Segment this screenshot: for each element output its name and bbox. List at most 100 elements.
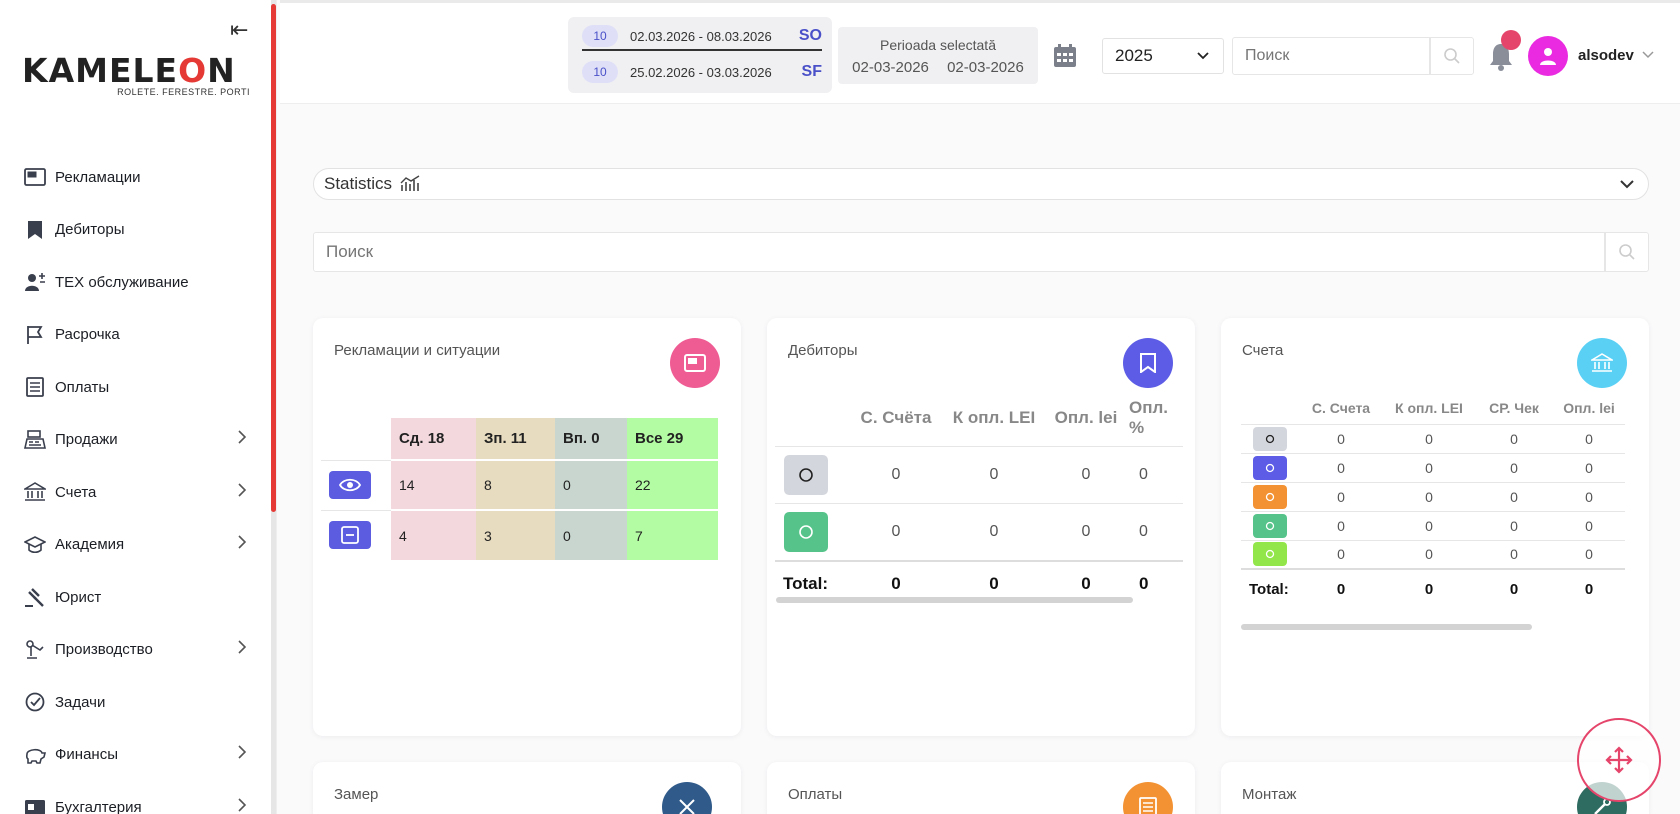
main-search-button[interactable] [1605,232,1649,272]
minus-square-icon[interactable] [329,521,371,550]
status-button[interactable] [1253,455,1287,480]
status-button[interactable] [1253,426,1287,451]
sidebar-item-label: Финансы [55,746,118,764]
cell[interactable]: 7 [627,509,718,560]
selected-to: 02-03-2026 [947,59,1024,76]
cell[interactable]: 0 [945,503,1043,561]
cell[interactable]: 4 [391,509,476,560]
status-icon [1265,463,1275,472]
horizontal-scrollbar[interactable] [1241,624,1532,630]
cell[interactable]: 0 [1299,423,1383,453]
cell[interactable]: 0 [1299,539,1383,569]
chevron-down-icon[interactable] [1642,47,1654,62]
cell[interactable]: 0 [1475,481,1553,511]
cell[interactable]: 0 [1043,446,1129,504]
cell[interactable]: 0 [1129,503,1183,561]
logo[interactable]: KAMELEON ROLETE. FERESTRE. PORTI [22,54,254,97]
cell[interactable]: 0 [1299,481,1383,511]
cell[interactable]: 0 [1383,423,1475,453]
sidebar-item-label: Расрочка [55,326,120,344]
sidebar-item-4[interactable]: Оплаты [0,361,270,414]
cell[interactable]: 0 [1383,481,1475,511]
cell[interactable]: 0 [847,503,945,561]
cell[interactable]: 0 [1383,452,1475,482]
sidebar-item-8[interactable]: Юрист [0,571,270,624]
period-row-sf[interactable]: 10 25.02.2026 - 03.03.2026 SF [582,58,822,86]
cell[interactable]: 0 [1475,539,1553,569]
cell[interactable]: 0 [1383,510,1475,540]
status-button[interactable] [784,511,828,552]
username[interactable]: alsodev [1578,47,1634,64]
cell[interactable]: 22 [627,459,718,510]
card-title: Счета [1242,342,1284,359]
status-button[interactable] [1253,484,1287,509]
move-widgets-button[interactable] [1577,718,1661,802]
cell[interactable]: 8 [476,459,555,510]
sidebar-scrollbar-thumb[interactable] [271,4,276,512]
card-title: Рекламации и ситуации [334,342,501,359]
header-search-input[interactable] [1232,37,1430,75]
cell[interactable]: 0 [1299,452,1383,482]
header-search-button[interactable] [1430,37,1474,75]
sidebar-item-2[interactable]: ТЕХ обслуживание [0,256,270,309]
sidebar-item-9[interactable]: Производство [0,624,270,677]
cell[interactable]: 0 [555,459,627,510]
sidebar-item-11[interactable]: Финансы [0,729,270,782]
table-row: 0000 [1241,510,1625,540]
cell[interactable]: 0 [1553,452,1625,482]
cell[interactable]: 3 [476,509,555,560]
status-icon [1265,550,1275,559]
eye-icon[interactable] [329,471,371,499]
collapse-sidebar-icon[interactable]: ⇤ [230,19,258,41]
cell[interactable]: 0 [1553,539,1625,569]
cell[interactable]: 0 [1475,510,1553,540]
status-icon [1265,521,1275,530]
selected-from: 02-03-2026 [852,59,929,76]
sidebar-item-12[interactable]: Бухгалтерия [0,781,270,814]
logo-word-suffix: N [207,51,236,90]
cell[interactable]: 0 [1475,452,1553,482]
cash-register-icon [24,429,46,451]
robot-arm-icon [24,639,46,661]
status-button[interactable] [784,455,828,495]
horizontal-scrollbar[interactable] [776,597,1133,603]
main-search-input[interactable] [313,232,1605,272]
cell[interactable]: 0 [1129,446,1183,504]
cell[interactable]: 14 [391,459,476,510]
avatar[interactable] [1528,36,1568,76]
status-button[interactable] [1253,542,1287,567]
cell[interactable]: 0 [1043,503,1129,561]
cell[interactable]: 0 [1475,423,1553,453]
cell[interactable]: 0 [1299,510,1383,540]
sidebar-item-label: Продажи [55,431,118,449]
sidebar-item-label: Производство [55,641,153,659]
period-box[interactable]: 10 02.03.2026 - 08.03.2026 SO 10 25.02.2… [568,17,832,93]
cell[interactable]: 0 [1553,423,1625,453]
status-button[interactable] [1253,513,1287,538]
column-header: К опл. LEI [952,408,1036,427]
cell[interactable]: 0 [1553,481,1625,511]
bank-icon [24,481,46,503]
accounting-icon [24,796,46,814]
sidebar-item-0[interactable]: Рекламации [0,151,270,204]
calendar-icon[interactable] [1052,43,1078,69]
sidebar-item-7[interactable]: Академия [0,519,270,572]
period-row-so[interactable]: 10 02.03.2026 - 08.03.2026 SO [582,23,822,51]
cell[interactable]: 0 [555,509,627,560]
cell[interactable]: 0 [1383,539,1475,569]
year-select[interactable]: 2025 [1102,38,1224,74]
sidebar-item-3[interactable]: Расрочка [0,309,270,362]
cell[interactable]: 0 [1553,510,1625,540]
cell[interactable]: 0 [945,446,1043,504]
sidebar-item-label: Задачи [55,693,106,711]
total-label: Total: [1241,568,1299,609]
sidebar-item-1[interactable]: Дебиторы [0,204,270,257]
window-icon [670,338,720,388]
cell[interactable]: 0 [847,446,945,504]
sidebar-item-6[interactable]: Счета [0,466,270,519]
statistics-accordion[interactable]: Statistics [313,168,1649,200]
sidebar-item-10[interactable]: Задачи [0,676,270,729]
sidebar-item-5[interactable]: Продажи [0,414,270,467]
piggy-bank-icon [24,744,46,766]
column-header: К опл. LEI [1395,399,1463,416]
